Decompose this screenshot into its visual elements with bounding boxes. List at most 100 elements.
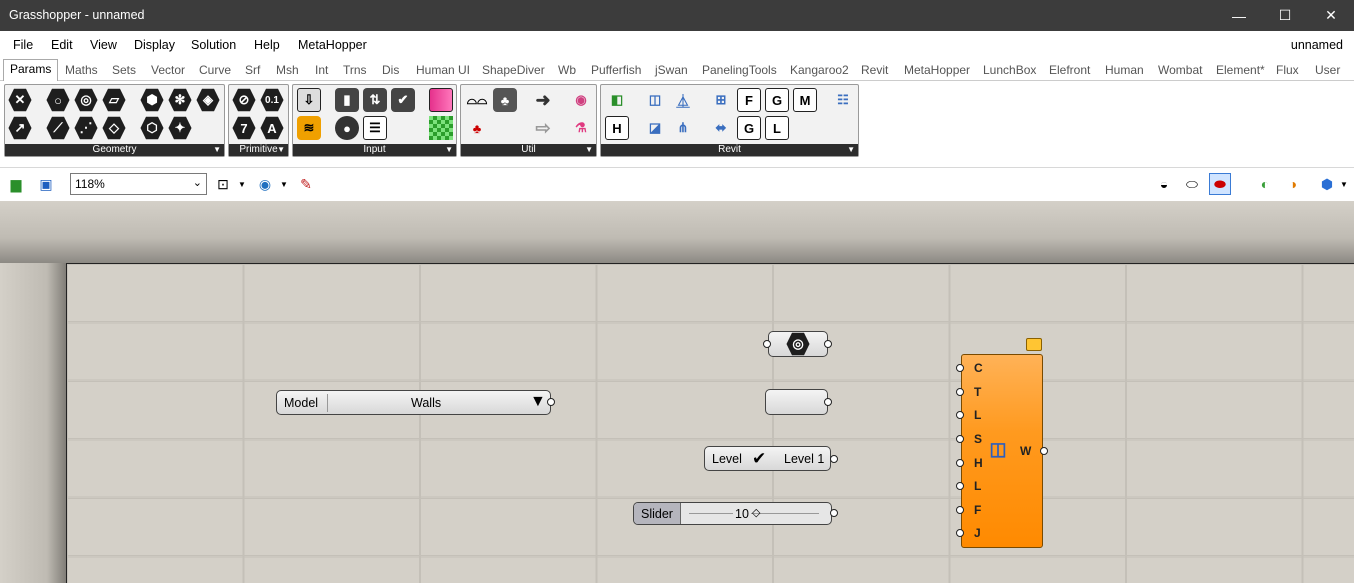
grip-l2[interactable]: [956, 482, 964, 490]
zoom-combobox[interactable]: 118% ⌄: [70, 173, 207, 195]
display-mode-arrow-icon[interactable]: ▼: [1338, 173, 1350, 195]
vector-param-icon[interactable]: ↗: [8, 116, 32, 140]
empty-param-node[interactable]: [765, 389, 828, 415]
data-input-icon[interactable]: ➜: [531, 88, 555, 112]
number-param-icon[interactable]: 0.1: [260, 88, 284, 112]
display-mode-icon[interactable]: ⬢: [1316, 173, 1338, 195]
revit-g2-icon[interactable]: G: [737, 116, 761, 140]
graph-mapper-icon[interactable]: ≋: [297, 116, 321, 140]
toggle-icon[interactable]: ▮: [335, 88, 359, 112]
tab-jswan[interactable]: jSwan: [655, 63, 688, 77]
grip-h[interactable]: [956, 459, 964, 467]
tab-metahopper[interactable]: MetaHopper: [904, 63, 970, 77]
preview-wireframe-icon[interactable]: ⬭: [1181, 173, 1203, 195]
tab-trns[interactable]: Trns: [343, 63, 367, 77]
preview-eye-icon[interactable]: ◉: [254, 173, 276, 195]
menu-solution[interactable]: Solution: [191, 38, 236, 52]
point-param-icon[interactable]: ⋰: [74, 116, 98, 140]
gradient-icon[interactable]: [429, 88, 453, 112]
button-icon[interactable]: ●: [335, 116, 359, 140]
flask-icon[interactable]: ⚗: [569, 116, 593, 140]
revit-geometry-icon[interactable]: ◧: [605, 88, 629, 112]
curve-param-icon[interactable]: ◎: [74, 88, 98, 112]
revit-l-icon[interactable]: L: [765, 116, 789, 140]
circle-param-icon[interactable]: ○: [46, 88, 70, 112]
revit-family-icon[interactable]: ⊞: [709, 88, 733, 112]
fitness-icon[interactable]: ◉: [569, 88, 593, 112]
surface-param-icon[interactable]: ▱: [102, 88, 126, 112]
slider-handle-icon[interactable]: ◇: [752, 506, 760, 519]
zoom-extents-icon[interactable]: ⊡: [212, 173, 234, 195]
integer-param-icon[interactable]: ⊘: [232, 88, 256, 112]
canvas[interactable]: ◎ Model Walls ▼ Level ✔ Level 1 Slider 1…: [0, 201, 1354, 583]
tab-shapediver[interactable]: ShapeDiver: [482, 63, 545, 77]
minimize-button[interactable]: —: [1216, 0, 1262, 31]
grip-f[interactable]: [956, 506, 964, 514]
model-category-picker[interactable]: Model Walls ▼: [276, 390, 551, 415]
revit-f-icon[interactable]: F: [737, 88, 761, 112]
revit-parameter-icon[interactable]: ☷: [831, 88, 855, 112]
cherry-icon[interactable]: ♣: [465, 116, 489, 140]
tab-dis[interactable]: Dis: [382, 63, 399, 77]
model-output-grip[interactable]: [547, 398, 555, 406]
menu-display[interactable]: Display: [134, 38, 175, 52]
tab-vector[interactable]: Vector: [151, 63, 185, 77]
dropdown-triangle-icon[interactable]: ▼: [530, 393, 546, 411]
slider-output-grip[interactable]: [830, 509, 838, 517]
tab-int[interactable]: Int: [315, 63, 328, 77]
revit-m-icon[interactable]: M: [793, 88, 817, 112]
tab-revit[interactable]: Revit: [861, 63, 888, 77]
revit-host-icon[interactable]: H: [605, 116, 629, 140]
import-icon[interactable]: ⇩: [297, 88, 321, 112]
panel-icon[interactable]: ☰: [363, 116, 387, 140]
preview-material-icon[interactable]: ◑: [1282, 173, 1304, 195]
tab-human-ui[interactable]: Human UI: [416, 63, 470, 77]
preview-shaded-icon[interactable]: ◒: [1153, 173, 1175, 195]
preview-menu-arrow-icon[interactable]: ▼: [278, 173, 290, 195]
geometry-input-grip[interactable]: [763, 340, 771, 348]
tab-human[interactable]: Human: [1105, 63, 1144, 77]
grip-s[interactable]: [956, 435, 964, 443]
create-walls-component[interactable]: C T L S H L F J ◫ W: [961, 354, 1043, 548]
preview-mesh-icon[interactable]: ◐: [1254, 173, 1276, 195]
tab-msh[interactable]: Msh: [276, 63, 299, 77]
tab-lunchbox[interactable]: LunchBox: [983, 63, 1036, 77]
tab-maths[interactable]: Maths: [65, 63, 98, 77]
mesh-param-icon[interactable]: ✻: [168, 88, 192, 112]
tab-curve[interactable]: Curve: [199, 63, 231, 77]
tab-params[interactable]: Params: [3, 59, 59, 82]
geometry-param-icon[interactable]: ✕: [8, 88, 32, 112]
brep-param-icon[interactable]: ⬢: [140, 88, 164, 112]
geometry-param-node[interactable]: ◎: [768, 331, 828, 357]
tab-wb[interactable]: Wb: [558, 63, 576, 77]
boolean-toggle-icon[interactable]: ✔: [391, 88, 415, 112]
revit-category-icon[interactable]: ◪: [643, 116, 667, 140]
box-param-icon[interactable]: ⬡: [140, 116, 164, 140]
tab-flux[interactable]: Flux: [1276, 63, 1299, 77]
tab-sets[interactable]: Sets: [112, 63, 136, 77]
geometry-output-grip[interactable]: [824, 340, 832, 348]
plane-param-icon[interactable]: ◇: [102, 116, 126, 140]
grip-c[interactable]: [956, 364, 964, 372]
grip-t[interactable]: [956, 388, 964, 396]
tab-elefront[interactable]: Elefront: [1049, 63, 1090, 77]
grip-w-output[interactable]: [1040, 447, 1048, 455]
tab-pufferfish[interactable]: Pufferfish: [591, 63, 641, 77]
level-output-grip[interactable]: [830, 455, 838, 463]
open-file-icon[interactable]: ▆: [5, 173, 27, 195]
preview-selected-icon[interactable]: ⬬: [1209, 173, 1231, 195]
sketch-pen-icon[interactable]: ✎: [295, 173, 317, 195]
field-param-icon[interactable]: ✦: [168, 116, 192, 140]
empty-output-grip[interactable]: [824, 398, 832, 406]
menu-help[interactable]: Help: [254, 38, 280, 52]
cluster-icon[interactable]: ♣: [493, 88, 517, 112]
menu-edit[interactable]: Edit: [51, 38, 73, 52]
menu-view[interactable]: View: [90, 38, 117, 52]
revit-level-icon[interactable]: ⏅: [671, 88, 695, 112]
group-param-icon[interactable]: ◈: [196, 88, 220, 112]
menu-file[interactable]: File: [13, 38, 33, 52]
save-file-icon[interactable]: ▣: [35, 173, 57, 195]
warning-balloon-icon[interactable]: [1026, 338, 1042, 351]
revit-element-icon[interactable]: ◫: [643, 88, 667, 112]
level-picker[interactable]: Level ✔ Level 1: [704, 446, 831, 471]
